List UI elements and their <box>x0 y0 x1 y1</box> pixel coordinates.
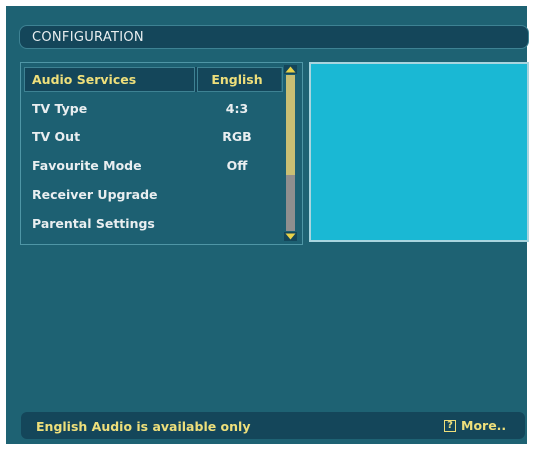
menu-item-favourite-mode[interactable]: Favourite Mode Off <box>24 153 281 178</box>
menu-item-receiver-upgrade[interactable]: Receiver Upgrade <box>24 182 281 207</box>
help-icon: ? <box>444 419 456 432</box>
menu-item-label: Parental Settings <box>32 216 155 231</box>
status-message: English Audio is available only <box>36 419 251 434</box>
menu-item-label: Receiver Upgrade <box>32 187 158 202</box>
scrollbar-thumb[interactable] <box>286 75 295 175</box>
page-title: CONFIGURATION <box>32 30 144 45</box>
menu-item-label: Favourite Mode <box>32 158 142 173</box>
menu-item-value: English <box>211 72 263 87</box>
configuration-menu: Audio Services English TV Type 4:3 TV Ou… <box>20 62 303 245</box>
menu-item-tv-type[interactable]: TV Type 4:3 <box>24 96 281 121</box>
menu-item-label: TV Out <box>32 129 81 144</box>
menu-item-parental-settings[interactable]: Parental Settings <box>24 211 281 236</box>
menu-item-label: TV Type <box>32 101 88 116</box>
video-preview <box>309 62 529 242</box>
status-bar: English Audio is available only ? More.. <box>21 412 525 439</box>
scroll-up-arrow-icon[interactable] <box>284 65 297 74</box>
title-bar: CONFIGURATION <box>19 25 529 49</box>
more-label: More.. <box>461 418 507 433</box>
more-button[interactable]: ? More.. <box>444 418 506 433</box>
menu-item-label: Audio Services <box>32 72 137 87</box>
menu-item-tv-out[interactable]: TV Out RGB <box>24 124 281 149</box>
menu-item-value: 4:3 <box>225 101 249 116</box>
menu-item-value: RGB <box>222 129 252 144</box>
menu-item-audio-services[interactable]: Audio Services English <box>24 67 283 92</box>
menu-item-value: Off <box>226 158 248 173</box>
scroll-down-arrow-icon[interactable] <box>284 232 297 241</box>
osd-screen: CONFIGURATION Audio Services English TV … <box>6 6 529 444</box>
